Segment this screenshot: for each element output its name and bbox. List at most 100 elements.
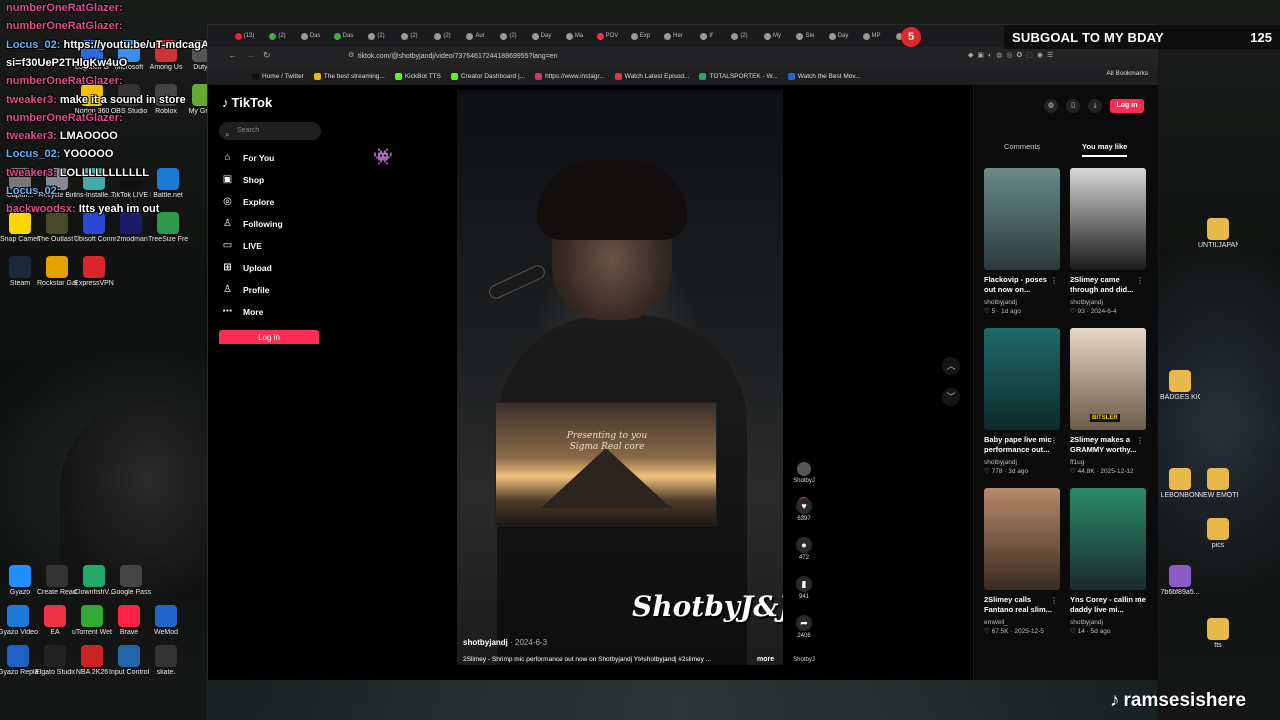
desktop-shortcut[interactable]: NEW EMOTES [1198,468,1238,500]
desktop-shortcut[interactable]: UNTILJAPAN PRESET PA... [1198,218,1238,250]
card-author[interactable]: emwell_ [984,619,1060,626]
card-title[interactable]: 2Slimey makes a GRAMMY worthy... [1070,435,1146,457]
caption-more-link[interactable]: more [757,656,774,663]
tab-you-may-like[interactable]: You may like [1082,142,1128,157]
previous-video-button[interactable]: ︿ [942,357,960,375]
browser-tab[interactable]: MP [855,27,888,45]
video-thumbnail[interactable]: BITSLER [1070,328,1146,430]
recommended-video-card[interactable]: 2Slimey came through and did... shotbyjan… [1070,168,1146,315]
video-author-name[interactable]: shotbyjandj [463,638,508,647]
browser-tab[interactable]: Day [525,27,558,45]
browser-tab[interactable]: (2) [492,27,525,45]
phone-icon[interactable]: ▯ [1066,99,1080,113]
sidebar-item-for-you[interactable]: ⌂ For You [222,152,274,163]
bookmark-item[interactable]: https://www.instagr... [535,72,605,80]
desktop-shortcut[interactable]: Brave [109,605,149,637]
bookmark-item[interactable]: KickBot TTS [394,72,441,80]
video-author[interactable]: shotbyjandj · 2024-6-3 [463,638,547,647]
card-title[interactable]: 2Slimey came through and did... [1070,275,1146,297]
share-button[interactable]: ➦ 2406 [793,615,815,639]
bookmark-item[interactable]: Home / Twitter [252,72,304,80]
desktop-shortcut[interactable]: tts [1198,618,1238,650]
desktop-shortcut[interactable]: Steam [0,256,40,288]
video-thumbnail[interactable] [1070,168,1146,270]
video-thumbnail[interactable] [984,488,1060,590]
card-menu-icon[interactable]: ⋮ [1136,436,1144,445]
desktop-shortcut[interactable]: Gyazo [0,565,40,597]
card-author[interactable]: shotbyjandj [1070,619,1146,626]
card-title[interactable]: Yns Corey - callin me daddy live mi... [1070,595,1146,617]
back-icon[interactable]: ← [228,50,237,60]
card-menu-icon[interactable]: ⋮ [1050,596,1058,605]
browser-tab[interactable]: Day [822,27,855,45]
bookmark-item[interactable]: TOTALSPORTEK - W... [699,72,778,80]
desktop-shortcut[interactable]: Input Control Deck.exe [109,645,149,677]
bookmark-item[interactable]: The best streaming... [313,72,385,80]
browser-tab[interactable]: (2) [393,27,426,45]
coin-icon[interactable]: ◍ [1044,99,1058,113]
extension-icons[interactable]: ◆▣◐◍◎✪⬚◉☰ [968,51,1057,59]
tiktok-logo[interactable]: ♪ TikTok [222,95,272,110]
all-bookmarks-link[interactable]: All Bookmarks [1106,70,1148,77]
browser-tab[interactable]: My [756,27,789,45]
card-title[interactable]: Flackovip - poses out now on... [984,275,1060,297]
video-player[interactable]: Presenting to you Sigma Real core Shotby… [457,90,783,665]
desktop-shortcut[interactable]: Gyazo Video [0,605,38,637]
desktop-shortcut[interactable]: Gyazo Replay [0,645,38,677]
desktop-shortcut[interactable]: WeMod [146,605,186,637]
desktop-shortcut[interactable]: BADGES KICK [1160,370,1200,402]
desktop-shortcut[interactable]: ExpressVPN [74,256,114,288]
forward-icon[interactable]: → [246,50,255,60]
recommended-video-card[interactable]: Flackovip - poses out now on... shotbyjan… [984,168,1060,315]
recommended-video-card[interactable]: BITSLER 2Slimey makes a GRAMMY worthy... f… [1070,328,1146,475]
desktop-shortcut[interactable]: Google Passwo... [111,565,151,597]
card-author[interactable]: shotbyjandj [984,459,1060,466]
sidebar-item-more[interactable]: ⋯ More [222,306,264,317]
card-menu-icon[interactable]: ⋮ [1050,276,1058,285]
comment-button[interactable]: ● 472 [793,537,815,561]
sidebar-item-explore[interactable]: ◎ Explore [222,196,274,207]
video-thumbnail[interactable] [984,328,1060,430]
desktop-shortcut[interactable]: ClownfishV... [74,565,114,597]
card-title[interactable]: 2Slimey calls Fantano real slim... [984,595,1060,617]
like-button[interactable]: ♥ 6397 [793,498,815,522]
sidebar-item-upload[interactable]: ⊞ Upload [222,262,272,273]
sidebar-login-button[interactable]: Log in [219,330,319,344]
tab-comments[interactable]: Comments [1004,142,1040,151]
sidebar-item-shop[interactable]: ▣ Shop [222,174,264,185]
card-title[interactable]: Baby pape live mic performance out... [984,435,1060,457]
sidebar-item-following[interactable]: ♙ Following [222,218,283,229]
card-menu-icon[interactable]: ⋮ [1136,596,1144,605]
search-input[interactable]: ⌕ Search [219,122,321,140]
desktop-shortcut[interactable]: NBA 2K26 [72,645,112,677]
card-menu-icon[interactable]: ⋮ [1136,276,1144,285]
video-thumbnail[interactable] [984,168,1060,270]
card-author[interactable]: shotbyjandj [984,299,1060,306]
browser-tab[interactable]: (2) [360,27,393,45]
bookmark-item[interactable]: Creator Dashboard |... [450,72,525,80]
url-text[interactable]: tiktok.com/@shotbyjandj/video/7376461724… [358,50,808,64]
browser-tab[interactable]: Ma [558,27,591,45]
next-video-button[interactable]: ﹀ [942,388,960,406]
browser-tab[interactable]: Her [657,27,690,45]
creator-avatar[interactable]: ShotbyJ [793,462,815,484]
browser-tab[interactable]: POV [591,27,624,45]
bookmark-item[interactable]: Watch Latest Episod... [614,72,689,80]
browser-tab[interactable]: (2) [261,27,294,45]
desktop-shortcut[interactable]: uTorrent Web [72,605,112,637]
desktop-shortcut[interactable]: pics [1198,518,1238,550]
recommended-video-card[interactable]: Yns Corey - callin me daddy live mi... sh… [1070,488,1146,635]
desktop-shortcut[interactable]: skate. [146,645,186,677]
reload-icon[interactable]: ↻ [263,50,271,61]
address-bar[interactable]: ← → ↻ ⚙ tiktok.com/@shotbyjandj/video/73… [208,47,1158,67]
site-info-icon[interactable]: ⚙ [348,51,354,59]
card-author[interactable]: ff1ug [1070,459,1146,466]
desktop-shortcut[interactable]: Rockstar Games ... [37,256,77,288]
browser-tab[interactable]: (2) [723,27,756,45]
bookmark-item[interactable]: Watch the Best Mov... [787,72,861,80]
sidebar-item-profile[interactable]: ♙ Profile [222,284,269,295]
desktop-shortcut[interactable]: Elgato Studio [35,645,75,677]
download-icon[interactable]: ⤓ [1088,99,1102,113]
desktop-shortcut[interactable]: LEBONBON [1160,468,1200,500]
desktop-shortcut[interactable]: EA [35,605,75,637]
